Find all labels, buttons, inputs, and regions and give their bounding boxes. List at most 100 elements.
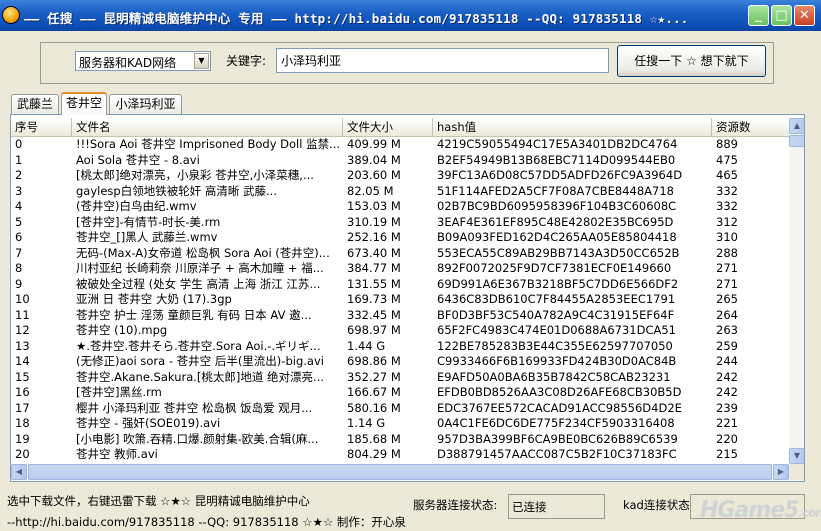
cell-filename: 无码-(Max-A)女帝道 松岛枫 Sora Aoi (苍井空)... bbox=[76, 245, 330, 260]
cell-filesize: 698.86 M bbox=[347, 354, 401, 368]
cell-filesize: 698.97 M bbox=[347, 323, 401, 337]
table-row[interactable]: 3 gaylesp白领地铁被轮奸 高清晰 武藤... 82.05 M 51F114AF… bbox=[11, 184, 789, 200]
watermark-text: HGame5 bbox=[700, 498, 799, 523]
kad-status-label: kad连接状态 bbox=[623, 498, 690, 512]
cell-hash: 3EAF4E361EF895C48E42802E35BC695D bbox=[437, 214, 674, 229]
server-status-value: 已连接 bbox=[508, 494, 605, 519]
maximize-icon: □ bbox=[775, 8, 788, 23]
cell-sources: 221 bbox=[716, 416, 738, 430]
cell-sources: 242 bbox=[716, 369, 738, 384]
horizontal-scrollbar[interactable]: ◀ ▶ bbox=[11, 464, 789, 480]
cell-hash: E9AFD50A0BA6B35B7842C58CAB23231 bbox=[437, 369, 671, 384]
tab-wutenglan[interactable]: 武藤兰 bbox=[11, 94, 59, 114]
cell-index: 1 bbox=[15, 152, 23, 167]
cell-index: 15 bbox=[15, 369, 30, 384]
close-button[interactable]: ✕ bbox=[794, 5, 815, 26]
table-row[interactable]: 15 苍井空.Akane.Sakura.[桃太郎]地道 绝对漂亮... 352.27… bbox=[11, 370, 789, 386]
table-row[interactable]: 14 (无修正)aoi sora - 苍井空 后半(里流出)-big.avi 698… bbox=[11, 354, 789, 370]
scroll-right-icon[interactable]: ▶ bbox=[773, 464, 789, 480]
cell-index: 4 bbox=[15, 199, 23, 213]
table-row[interactable]: 19 [小电影] 吹箫.吞精.口爆.颜射集-欧美.合辑(麻... 185.68 M 9… bbox=[11, 432, 789, 448]
table-row[interactable]: 13 ★.苍井空.苍井そら.苍井空.Sora Aoi.-.ギリギ... 1.44 G… bbox=[11, 339, 789, 355]
app-icon[interactable] bbox=[3, 7, 19, 23]
cell-filename: 亚洲 日 苍井空 大奶 (17).3gp bbox=[76, 292, 232, 306]
vertical-scrollbar[interactable]: ▲ ▼ bbox=[789, 118, 804, 464]
search-button[interactable]: 任搜一下 ☆ 想下就下 bbox=[617, 45, 766, 77]
table-row[interactable]: 0 !!!Sora Aoi 苍井空 Imprisoned Body Doll 监禁… bbox=[11, 137, 789, 153]
search-scope-value: 服务器和KAD网络 bbox=[79, 56, 177, 70]
cell-filename: (无修正)aoi sora - 苍井空 后半(里流出)-big.avi bbox=[76, 354, 324, 368]
cell-filesize: 389.04 M bbox=[347, 152, 401, 167]
cell-filename: 被破处全过程 (处女 学生 高清 上海 浙江 江苏... bbox=[76, 276, 321, 291]
column-header-sources[interactable]: 资源数 bbox=[712, 118, 789, 136]
status-hint: 选中下载文件，右键迅雷下载 ☆★☆ 昆明精诚电脑维护中心 bbox=[7, 494, 310, 508]
cell-index: 17 bbox=[15, 400, 30, 415]
maximize-button[interactable]: □ bbox=[771, 5, 792, 26]
horizontal-scroll-thumb[interactable] bbox=[28, 464, 772, 480]
column-header-hash[interactable]: hash值 bbox=[433, 118, 712, 136]
scroll-up-icon[interactable]: ▲ bbox=[789, 118, 804, 134]
cell-filesize: 203.60 M bbox=[347, 168, 401, 182]
minimize-button[interactable]: _ bbox=[748, 5, 769, 26]
tab-cangjingkong[interactable]: 苍井空 bbox=[61, 92, 107, 115]
table-row[interactable]: 6 苍井空_[]黑人 武藤兰.wmv 252.16 M B09A093FED162D4… bbox=[11, 230, 789, 246]
cell-filename: gaylesp白领地铁被轮奸 高清晰 武藤... bbox=[76, 183, 277, 198]
cell-sources: 465 bbox=[716, 168, 738, 182]
cell-index: 13 bbox=[15, 338, 30, 353]
cell-hash: 4219C59055494C17E5A3401DB2DC4764 bbox=[437, 137, 678, 151]
cell-sources: 264 bbox=[716, 307, 738, 322]
table-row[interactable]: 9 被破处全过程 (处女 学生 高清 上海 浙江 江苏... 131.55 M 69D… bbox=[11, 277, 789, 293]
cell-sources: 259 bbox=[716, 338, 738, 353]
table-row[interactable]: 2 [桃太郎]绝对漂亮，小泉彩 苍井空,小泽菜穗,... 203.60 M 39FC1… bbox=[11, 168, 789, 184]
table-row[interactable]: 11 苍井空 护士 淫荡 童颜巨乳 有码 日本 AV 邀... 332.45 M BF… bbox=[11, 308, 789, 324]
cell-index: 14 bbox=[15, 354, 30, 368]
status-footer: --http://hi.baidu.com/917835118 --QQ: 91… bbox=[7, 515, 406, 529]
cell-index: 3 bbox=[15, 183, 23, 198]
cell-index: 11 bbox=[15, 307, 30, 322]
table-row[interactable]: 12 苍井空 (10).mpg 698.97 M 65F2FC4983C474E01D… bbox=[11, 323, 789, 339]
cell-filename: 苍井空_[]黑人 武藤兰.wmv bbox=[76, 230, 218, 244]
table-row[interactable]: 7 无码-(Max-A)女帝道 松岛枫 Sora Aoi (苍井空)... 673.… bbox=[11, 246, 789, 262]
keyword-input[interactable] bbox=[276, 48, 609, 73]
table-row[interactable]: 4 (苍井空)白鸟由纪.wmv 153.03 M 02B7BC9BD609595839… bbox=[11, 199, 789, 215]
cell-filesize: 82.05 M bbox=[347, 183, 394, 198]
cell-sources: 215 bbox=[716, 447, 738, 461]
cell-index: 9 bbox=[15, 276, 23, 291]
cell-filesize: 384.77 M bbox=[347, 261, 401, 275]
vertical-scroll-thumb[interactable] bbox=[789, 135, 804, 147]
scroll-corner bbox=[789, 464, 804, 480]
cell-filename: 苍井空 - 强奸(SOE019).avi bbox=[76, 416, 221, 430]
column-header-filename[interactable]: 文件名 bbox=[72, 118, 343, 136]
cell-sources: 220 bbox=[716, 431, 738, 446]
cell-index: 18 bbox=[15, 416, 30, 430]
cell-hash: 02B7BC9BD6095958396F104B3C60608C bbox=[437, 199, 677, 213]
table-row[interactable]: 10 亚洲 日 苍井空 大奶 (17).3gp 169.73 M 6436C83DB6… bbox=[11, 292, 789, 308]
tab-xiaozemaliya[interactable]: 小泽玛利亚 bbox=[109, 94, 182, 114]
search-scope-dropdown[interactable]: 服务器和KAD网络 ▼ bbox=[75, 51, 211, 71]
cell-filesize: 310.19 M bbox=[347, 214, 401, 229]
table-row[interactable]: 17 樱井 小泽玛利亚 苍井空 松岛枫 饭岛爱 观月... 580.16 M EDC3… bbox=[11, 401, 789, 417]
scroll-down-icon[interactable]: ▼ bbox=[789, 448, 804, 464]
column-header-index[interactable]: 序号 bbox=[11, 118, 72, 136]
cell-filesize: 1.14 G bbox=[347, 416, 386, 430]
cell-filename: !!!Sora Aoi 苍井空 Imprisoned Body Doll 监禁.… bbox=[76, 137, 341, 151]
title-bar: —— 任搜 —— 昆明精诚电脑维护中心 专用 —— http://hi.baid… bbox=[0, 0, 821, 31]
table-row[interactable]: 8 川村亚纪 长崎莉奈 川原洋子 + 高木加瞳 + 福... 384.77 M 892… bbox=[11, 261, 789, 277]
window-title: —— 任搜 —— 昆明精诚电脑维护中心 专用 —— http://hi.baid… bbox=[24, 11, 689, 26]
cell-filesize: 804.29 M bbox=[347, 447, 401, 461]
cell-hash: 51F114AFED2A5CF7F08A7CBE8448A718 bbox=[437, 183, 674, 198]
table-row[interactable]: 1 Aoi Sola 苍井空 - 8.avi 389.04 M B2EF54949B1… bbox=[11, 153, 789, 169]
chevron-down-icon[interactable]: ▼ bbox=[194, 53, 209, 69]
cell-sources: 242 bbox=[716, 385, 738, 399]
table-row[interactable]: 20 苍井空 教师.avi 804.29 M D388791457AACC087C5B… bbox=[11, 447, 789, 463]
cell-filesize: 1.44 G bbox=[347, 338, 386, 353]
cell-index: 10 bbox=[15, 292, 30, 306]
cell-index: 12 bbox=[15, 323, 30, 337]
table-row[interactable]: 16 [苍井空]黑丝.rm 166.67 M EFDB0BD8526AA3C08D26… bbox=[11, 385, 789, 401]
scroll-left-icon[interactable]: ◀ bbox=[11, 464, 27, 480]
table-row[interactable]: 18 苍井空 - 强奸(SOE019).avi 1.14 G 0A4C1FE6DC6D… bbox=[11, 416, 789, 432]
cell-index: 16 bbox=[15, 385, 30, 399]
column-header-filesize[interactable]: 文件大小 bbox=[343, 118, 433, 136]
server-status-label: 服务器连接状态: bbox=[413, 498, 498, 512]
table-row[interactable]: 5 [苍井空]-有情节-时长-美.rm 310.19 M 3EAF4E361EF895… bbox=[11, 215, 789, 231]
